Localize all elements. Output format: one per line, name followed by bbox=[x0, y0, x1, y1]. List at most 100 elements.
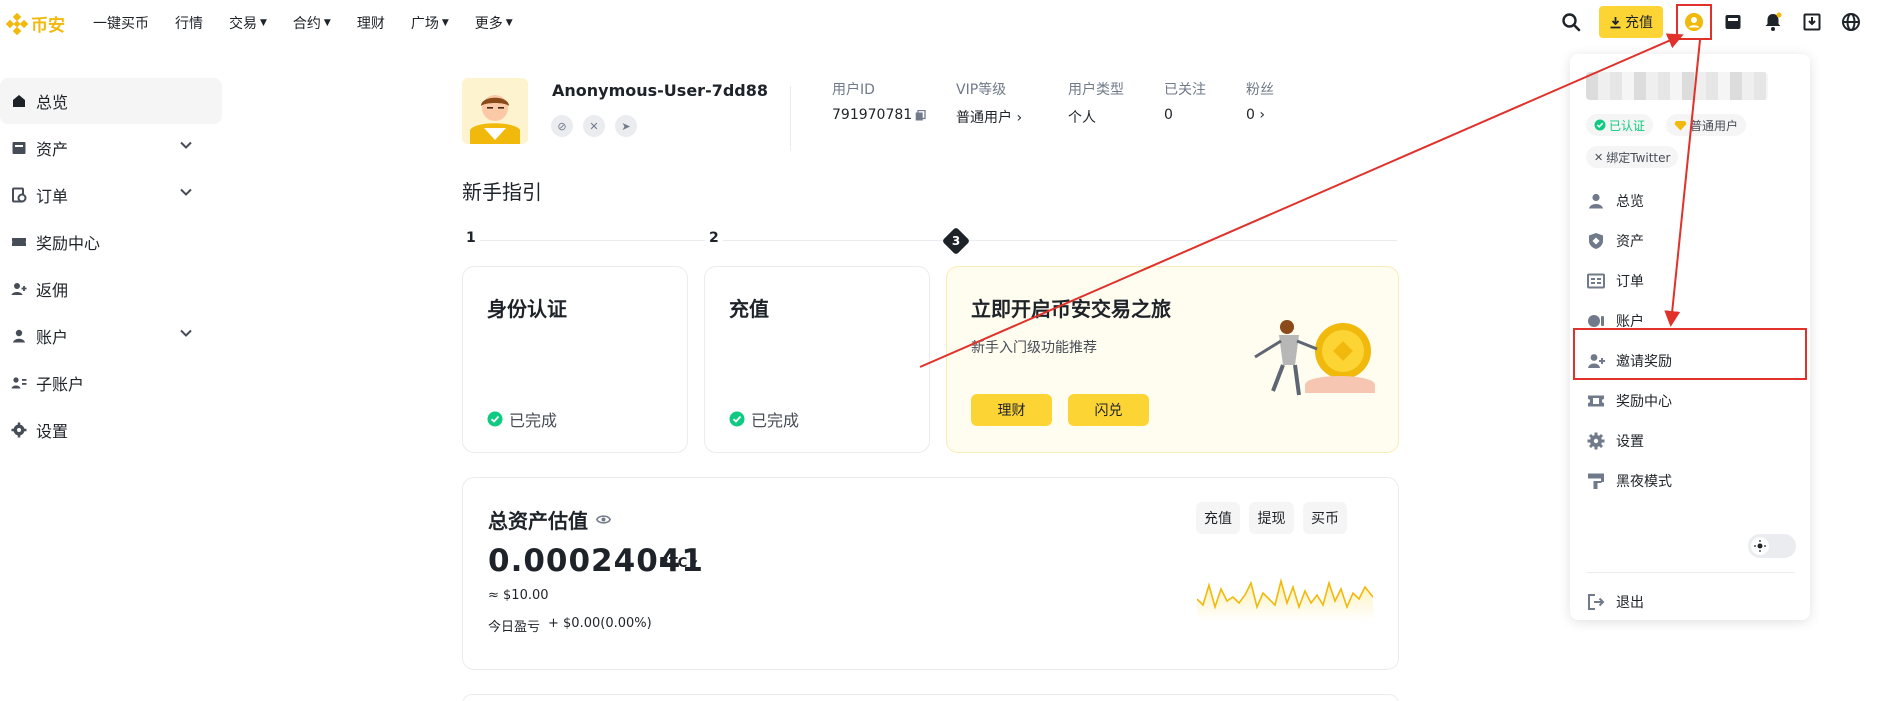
convert-button[interactable]: 闪兑 bbox=[1068, 394, 1149, 426]
stat-label: VIP等级 bbox=[956, 82, 1007, 98]
nav-item-trade[interactable]: 交易 ▼ bbox=[229, 13, 267, 33]
brand-logo[interactable]: 币安 bbox=[6, 11, 65, 36]
user-icon bbox=[10, 327, 28, 345]
deposit-label: 充值 bbox=[1625, 15, 1653, 31]
sidebar-item-label: 总览 bbox=[36, 93, 69, 112]
user-avatar-icon[interactable] bbox=[1683, 11, 1705, 33]
nav-label: 广场 bbox=[410, 16, 439, 32]
nav-item-more[interactable]: 更多 ▼ bbox=[475, 13, 513, 33]
nav-item-earn[interactable]: 理财 bbox=[357, 13, 385, 33]
sidebar-item-overview[interactable]: 总览 bbox=[0, 78, 222, 124]
chevron-right-icon: › bbox=[1016, 110, 1023, 126]
ticket-icon bbox=[10, 233, 28, 251]
status-text: 已完成 bbox=[751, 411, 800, 430]
chevron-down-icon: ▼ bbox=[441, 18, 449, 28]
bell-icon[interactable] bbox=[1762, 11, 1784, 33]
annotation-highlight-account bbox=[1573, 328, 1807, 380]
nav-item-markets[interactable]: 行情 bbox=[175, 13, 203, 33]
nav-item-buy-crypto[interactable]: 一键买币 bbox=[93, 13, 149, 33]
profile-username: Anonymous-User-7dd88 bbox=[552, 81, 769, 100]
sidebar-item-settings[interactable]: 设置 bbox=[0, 406, 225, 453]
stat-followers[interactable]: 粉丝 0 › bbox=[1246, 79, 1274, 123]
profile-avatar[interactable] bbox=[462, 78, 528, 144]
stat-value: 个人 bbox=[1068, 110, 1096, 126]
deposit-button[interactable]: 充值 bbox=[1599, 6, 1663, 38]
badge-label: 绑定Twitter bbox=[1606, 150, 1671, 165]
sidebar-item-orders[interactable]: 订单 bbox=[0, 171, 225, 218]
menu-item-dark-mode[interactable]: 黑夜模式 bbox=[1586, 461, 1794, 501]
wallet-icon bbox=[10, 139, 28, 157]
chevron-down-icon[interactable] bbox=[180, 141, 192, 149]
sidebar-item-label: 资产 bbox=[36, 139, 69, 159]
sidebar-item-assets[interactable]: 资产 bbox=[0, 124, 225, 171]
next-section-card bbox=[462, 694, 1399, 701]
earn-button[interactable]: 理财 bbox=[971, 394, 1052, 426]
sidebar-item-account[interactable]: 账户 bbox=[0, 312, 225, 359]
eye-icon[interactable] bbox=[596, 514, 611, 525]
dark-mode-toggle[interactable] bbox=[1748, 534, 1796, 558]
sidebar-item-sub-account[interactable]: 子账户 bbox=[0, 359, 225, 406]
stat-user-id: 用户ID 791970781 bbox=[832, 79, 926, 123]
menu-item-logout[interactable]: 退出 bbox=[1586, 582, 1794, 622]
copy-icon[interactable] bbox=[915, 109, 926, 121]
nav-item-futures[interactable]: 合约 ▼ bbox=[293, 13, 331, 33]
chevron-down-icon: ▼ bbox=[505, 18, 513, 28]
bind-twitter-badge[interactable]: ✕ 绑定Twitter bbox=[1586, 146, 1679, 168]
menu-item-label: 订单 bbox=[1616, 274, 1644, 290]
globe-icon[interactable] bbox=[1840, 11, 1862, 33]
sub-account-icon bbox=[10, 374, 28, 392]
card-subtitle: 新手入门级功能推荐 bbox=[971, 340, 1097, 356]
total-assets-card: 总资产估值 0.00024041 BTC ▼ ≈ $10.00 今日盈亏 + $… bbox=[462, 477, 1399, 670]
nav-item-square[interactable]: 广场 ▼ bbox=[411, 13, 449, 33]
gear-icon bbox=[1586, 431, 1606, 451]
sidebar-item-label: 子账户 bbox=[36, 374, 85, 394]
menu-item-overview[interactable]: 总览 bbox=[1586, 181, 1794, 221]
step-2-marker: 2 bbox=[705, 230, 723, 246]
sidebar: 总览 资产 订单 奖励中心 返佣 账户 子账户 设置 bbox=[0, 78, 225, 453]
menu-item-rewards-center[interactable]: 奖励中心 bbox=[1586, 381, 1794, 421]
divider bbox=[790, 86, 791, 150]
sidebar-item-label: 设置 bbox=[36, 421, 69, 441]
buy-crypto-button[interactable]: 买币 bbox=[1303, 502, 1347, 534]
withdraw-button[interactable]: 提现 bbox=[1249, 502, 1294, 534]
menu-item-settings[interactable]: 设置 bbox=[1586, 421, 1794, 461]
sun-icon bbox=[1751, 537, 1769, 555]
wallet-icon[interactable] bbox=[1722, 11, 1744, 33]
sidebar-item-label: 返佣 bbox=[36, 280, 69, 300]
menu-item-orders[interactable]: 订单 bbox=[1586, 261, 1794, 301]
twitter-x-icon[interactable]: ✕ bbox=[583, 115, 605, 137]
chevron-down-icon[interactable] bbox=[180, 329, 192, 337]
pnl-label: 今日盈亏 bbox=[488, 620, 541, 635]
download-app-icon[interactable] bbox=[1801, 11, 1823, 33]
check-circle-icon bbox=[487, 411, 503, 427]
nav-label: 行情 bbox=[175, 16, 203, 32]
download-icon bbox=[1610, 16, 1621, 28]
menu-item-label: 黑夜模式 bbox=[1616, 474, 1672, 490]
chevron-down-icon[interactable] bbox=[180, 188, 192, 196]
asset-deposit-button[interactable]: 充值 bbox=[1196, 502, 1240, 534]
verified-badge: 已认证 bbox=[1586, 114, 1654, 136]
today-pnl[interactable]: 今日盈亏 + $0.00(0.00%) bbox=[488, 616, 652, 635]
sidebar-item-label: 账户 bbox=[36, 327, 69, 347]
telegram-icon[interactable]: ➤ bbox=[615, 115, 637, 137]
stat-value: 普通用户 › bbox=[956, 107, 1022, 127]
home-icon bbox=[10, 92, 28, 110]
sidebar-item-referral[interactable]: 返佣 bbox=[0, 265, 225, 312]
logout-icon bbox=[1586, 592, 1606, 612]
asset-title-text: 总资产估值 bbox=[488, 509, 588, 533]
guide-card-identity[interactable]: 身份认证 已完成 bbox=[462, 266, 688, 453]
check-circle-icon bbox=[729, 411, 745, 427]
guide-title: 新手指引 bbox=[462, 180, 542, 204]
card-title: 充值 bbox=[729, 297, 769, 321]
guide-card-start-journey: 立即开启币安交易之旅 新手入门级功能推荐 理财 闪兑 bbox=[946, 266, 1399, 453]
sidebar-item-rewards-center[interactable]: 奖励中心 bbox=[0, 218, 225, 265]
vip-badge[interactable]: 普通用户 bbox=[1666, 114, 1747, 136]
link-icon[interactable]: ⊘ bbox=[551, 115, 573, 137]
guide-card-deposit[interactable]: 充值 已完成 bbox=[704, 266, 930, 453]
order-list-icon bbox=[1586, 271, 1606, 291]
stat-vip-level[interactable]: VIP等级 普通用户 › bbox=[956, 79, 1022, 127]
menu-item-assets[interactable]: 资产 bbox=[1586, 221, 1794, 261]
search-icon[interactable] bbox=[1560, 11, 1582, 33]
currency-selector[interactable]: BTC ▼ bbox=[659, 556, 697, 571]
user-icon bbox=[1586, 191, 1606, 211]
